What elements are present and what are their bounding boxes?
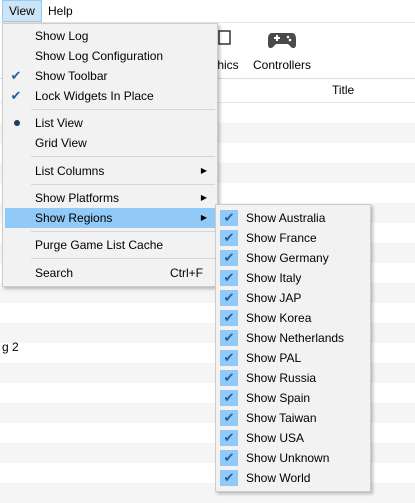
menu-help[interactable]: Help	[42, 1, 79, 21]
menu-item-label: Show Russia	[246, 371, 317, 385]
submenu-arrow-icon: ▶	[200, 166, 207, 175]
menu-item-label: Show Spain	[246, 391, 311, 405]
checkmark-icon: ✔	[220, 310, 238, 326]
menu-separator	[31, 231, 215, 232]
menu-item-show-spain[interactable]: ✔ Show Spain	[218, 388, 368, 408]
menu-item-show-unknown[interactable]: ✔ Show Unknown	[218, 448, 368, 468]
menu-item-grid-view[interactable]: Grid View	[5, 133, 215, 153]
toolbar-controllers-button[interactable]: Controllers	[248, 23, 316, 76]
menu-item-show-taiwan[interactable]: ✔ Show Taiwan	[218, 408, 368, 428]
menu-item-label: Grid View	[35, 136, 87, 150]
menu-item-show-pal[interactable]: ✔ Show PAL	[218, 348, 368, 368]
menu-item-show-regions[interactable]: Show Regions ▶	[5, 208, 215, 228]
checkmark-icon: ✔	[220, 230, 238, 246]
menu-item-show-log[interactable]: Show Log	[5, 26, 215, 46]
menu-item-label: Show PAL	[246, 351, 302, 365]
menu-item-label: Show Germany	[246, 251, 329, 265]
checkmark-icon: ✔	[220, 470, 238, 486]
menu-item-show-netherlands[interactable]: ✔ Show Netherlands	[218, 328, 368, 348]
menu-item-label: Show Australia	[246, 211, 326, 225]
menu-item-label: Show Korea	[246, 311, 312, 325]
menu-separator	[31, 109, 215, 110]
gamepad-icon	[268, 33, 296, 49]
checkmark-icon: ✔	[220, 250, 238, 266]
menu-item-show-korea[interactable]: ✔ Show Korea	[218, 308, 368, 328]
checkmark-icon: ✔	[10, 88, 22, 103]
checkmark-icon: ✔	[220, 330, 238, 346]
menu-separator	[31, 184, 215, 185]
checkmark-icon: ✔	[220, 450, 238, 466]
menu-item-show-world[interactable]: ✔ Show World	[218, 468, 368, 488]
regions-submenu: ✔ Show Australia ✔ Show France ✔ Show Ge…	[215, 204, 371, 492]
menu-view[interactable]: View	[2, 0, 42, 22]
menu-item-show-australia[interactable]: ✔ Show Australia	[218, 208, 368, 228]
submenu-arrow-icon: ▶	[200, 193, 207, 202]
menu-item-purge-cache[interactable]: Purge Game List Cache	[5, 235, 215, 255]
menu-item-label: Show Toolbar	[35, 69, 108, 83]
menu-item-label: Show Unknown	[246, 451, 330, 465]
menu-item-lock-widgets[interactable]: ✔ Lock Widgets In Place	[5, 86, 215, 106]
row-title-fragment: g 2	[2, 340, 19, 354]
menu-item-search[interactable]: Search Ctrl+F	[5, 263, 215, 283]
menu-item-show-italy[interactable]: ✔ Show Italy	[218, 268, 368, 288]
menu-item-show-germany[interactable]: ✔ Show Germany	[218, 248, 368, 268]
menu-item-show-toolbar[interactable]: ✔ Show Toolbar	[5, 66, 215, 86]
menu-item-list-view[interactable]: List View	[5, 113, 215, 133]
toolbar-controllers-label: Controllers	[252, 58, 312, 72]
radio-dot-icon	[14, 120, 20, 126]
checkmark-icon: ✔	[10, 68, 22, 83]
menu-item-label: Show Netherlands	[246, 331, 345, 345]
graphics-icon	[218, 30, 231, 45]
menu-item-label: Show Platforms	[35, 191, 120, 205]
menu-item-label: Search	[35, 266, 74, 280]
menu-separator	[31, 258, 215, 259]
menu-separator	[31, 156, 215, 157]
menu-item-label: Show Italy	[246, 271, 302, 285]
menu-item-show-russia[interactable]: ✔ Show Russia	[218, 368, 368, 388]
menu-item-show-usa[interactable]: ✔ Show USA	[218, 428, 368, 448]
menu-item-label: Show Regions	[35, 211, 113, 225]
menu-item-label: Show France	[246, 231, 317, 245]
menu-item-show-log-configuration[interactable]: Show Log Configuration	[5, 46, 215, 66]
menu-item-show-jap[interactable]: ✔ Show JAP	[218, 288, 368, 308]
menu-item-label: List View	[35, 116, 83, 130]
checkmark-icon: ✔	[220, 210, 238, 226]
menu-item-label: Show Log Configuration	[35, 49, 164, 63]
menu-item-label: List Columns	[35, 164, 105, 178]
checkmark-icon: ✔	[220, 410, 238, 426]
submenu-arrow-icon: ▶	[200, 213, 207, 222]
column-title-header[interactable]: Title	[332, 83, 354, 97]
menu-item-label: Purge Game List Cache	[35, 238, 164, 252]
shortcut-text: Ctrl+F	[170, 266, 203, 280]
checkmark-icon: ✔	[220, 370, 238, 386]
menu-item-label: Show Taiwan	[246, 411, 317, 425]
view-menu: Show Log Show Log Configuration ✔ Show T…	[2, 23, 218, 287]
checkmark-icon: ✔	[220, 270, 238, 286]
menu-item-label: Show JAP	[246, 291, 302, 305]
menu-bar: View Help	[0, 0, 415, 23]
menu-item-label: Show World	[246, 471, 311, 485]
checkmark-icon: ✔	[220, 350, 238, 366]
menu-item-show-platforms[interactable]: Show Platforms ▶	[5, 188, 215, 208]
checkmark-icon: ✔	[220, 290, 238, 306]
menu-item-label: Lock Widgets In Place	[35, 89, 154, 103]
checkmark-icon: ✔	[220, 430, 238, 446]
checkmark-icon: ✔	[220, 390, 238, 406]
menu-item-list-columns[interactable]: List Columns ▶	[5, 161, 215, 181]
menu-item-label: Show USA	[246, 431, 305, 445]
menu-item-show-france[interactable]: ✔ Show France	[218, 228, 368, 248]
menu-item-label: Show Log	[35, 29, 89, 43]
